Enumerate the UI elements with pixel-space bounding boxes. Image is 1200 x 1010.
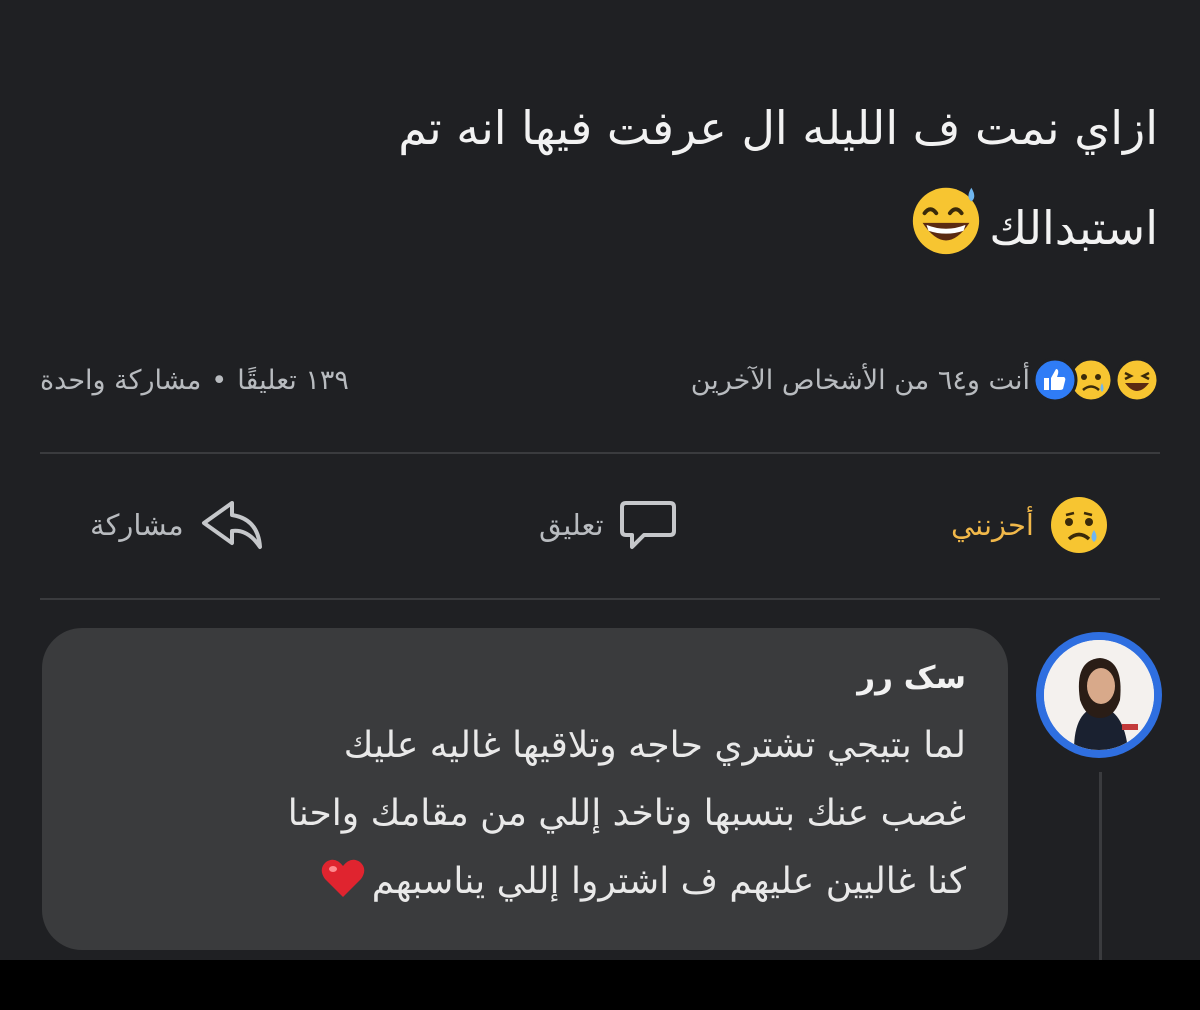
shares-count[interactable]: مشاركة واحدة	[40, 365, 201, 396]
separator-dot: •	[211, 364, 228, 396]
reaction-button[interactable]: أحزنني	[951, 494, 1110, 556]
profile-photo	[1044, 640, 1154, 750]
comment-author[interactable]: سک رر	[857, 660, 966, 696]
action-bar: أحزنني تعليق مشاركة	[90, 485, 1110, 565]
comment-line-1: لما بتيجي تشتري حاجه وتلاقيها غاليه عليك	[343, 725, 966, 766]
comment-text: لما بتيجي تشتري حاجه وتلاقيها غاليه عليك…	[66, 712, 966, 916]
post-text-line-2: استبدالك	[989, 201, 1158, 255]
reaction-icons	[1032, 357, 1160, 403]
speech-bubble-icon	[619, 501, 676, 549]
divider-top	[40, 452, 1160, 454]
comments-count[interactable]: ١٣٩ تعليقًا	[237, 365, 349, 396]
share-button[interactable]: مشاركة	[90, 497, 266, 553]
engagement-counts: ١٣٩ تعليقًا • مشاركة واحدة	[40, 365, 349, 396]
laughing-emoji-icon	[1114, 357, 1160, 403]
post-text-line-1: ازاي نمت ف الليله ال عرفت فيها انه تم	[398, 101, 1158, 155]
comment-line-2: غصب عنك بتسبها وتاخد إللي من مقامك واحنا	[287, 793, 966, 834]
post-text: ازاي نمت ف الليله ال عرفت فيها انه تم اس…	[48, 78, 1158, 278]
reaction-label: أحزنني	[951, 508, 1034, 542]
thread-line	[1099, 772, 1102, 960]
share-arrow-icon	[201, 501, 262, 549]
reactors-summary[interactable]: أنت و٦٤ من الأشخاص الآخرين	[691, 357, 1160, 403]
sad-emoji-icon	[1051, 497, 1107, 553]
like-icon	[1032, 357, 1078, 403]
facebook-post-screen: ازاي نمت ف الليله ال عرفت فيها انه تم اس…	[0, 0, 1200, 960]
commenter-avatar[interactable]	[1036, 632, 1162, 758]
reactors-text: أنت و٦٤ من الأشخاص الآخرين	[690, 364, 1030, 396]
red-heart-icon	[321, 859, 365, 897]
bottom-bar	[0, 960, 1200, 1010]
share-label: مشاركة	[90, 508, 184, 542]
divider-bottom	[40, 598, 1160, 600]
comment-button[interactable]: تعليق	[539, 497, 678, 553]
comment-label: تعليق	[539, 508, 604, 542]
grinning-sweat-emoji-icon	[913, 187, 980, 255]
reactions-summary: أنت و٦٤ من الأشخاص الآخرين ١٣٩ تعليقًا •…	[40, 350, 1160, 410]
comment-line-3: كنا غاليين عليهم ف اشتروا إللي يناسبهم	[371, 861, 966, 902]
